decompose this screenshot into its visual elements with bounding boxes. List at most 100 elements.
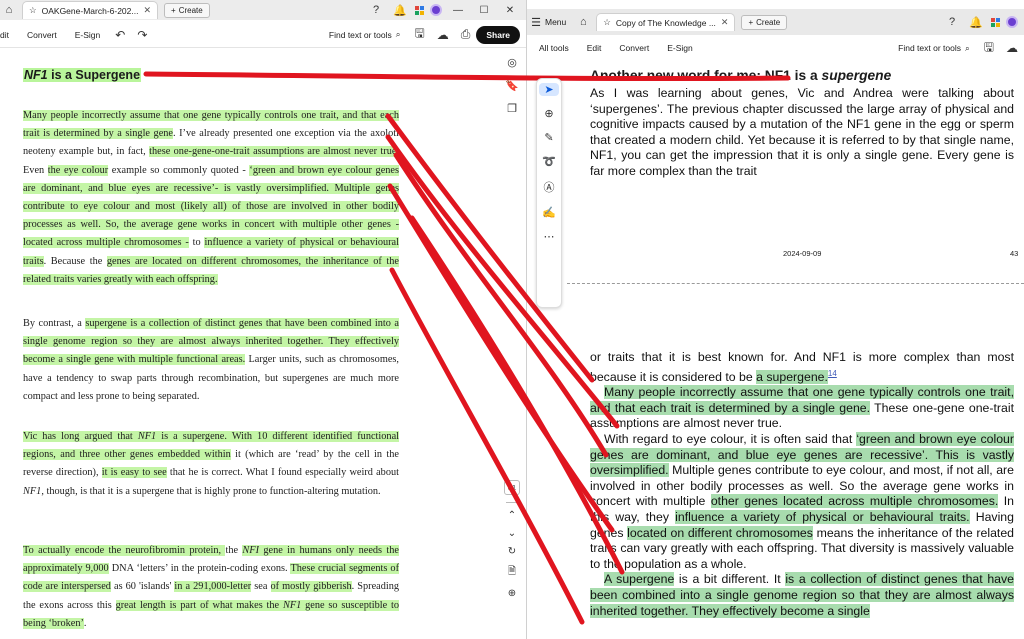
highlight: located on different chromosomes — [627, 525, 813, 540]
bookmark-icon[interactable]: 🔖 — [505, 79, 519, 92]
save-icon[interactable]: 🖫 — [978, 38, 1000, 59]
plus-icon: + — [748, 17, 754, 27]
maximize-icon[interactable]: ☐ — [474, 5, 494, 16]
home-icon[interactable]: ⌂ — [0, 4, 18, 16]
text-box-icon[interactable]: Ⓐ — [544, 179, 555, 195]
page-save-icon[interactable]: 🗎 — [508, 564, 516, 581]
quick-tools-panel: ➤ ⊕ ✎ ➰ Ⓐ ✍ ⋯ — [536, 78, 562, 308]
highlight: great length is part of what makes the — [115, 599, 283, 611]
left-side-rail: ◎ 🔖 ❐ — [501, 56, 523, 115]
pages-icon[interactable]: ❐ — [507, 102, 517, 115]
pen-icon[interactable]: ✎ — [544, 131, 553, 144]
highlight: these one-gene-one-trait assumptions are… — [149, 146, 397, 158]
left-page-controls: 81 ⌃ ⌄ ↻ 🗎 ⊕ — [500, 480, 524, 599]
convert-menu[interactable]: Convert — [610, 43, 658, 53]
page-number-box[interactable]: 81 — [503, 480, 521, 495]
search-icon: ⌕ — [965, 42, 970, 53]
right-tab-title: Copy of The Knowledge ... — [615, 17, 716, 28]
right-acrobat-window: ☰ Menu ⌂ ☆ Copy of The Knowledge ... ✕ +… — [527, 0, 1024, 639]
footnote-ref-link[interactable]: 14 — [828, 369, 837, 378]
highlight: NF1 — [282, 599, 302, 611]
left-create-button[interactable]: + Create — [164, 2, 210, 18]
right-find-tools[interactable]: Find text or tools ⌕ — [890, 43, 978, 54]
convert-menu[interactable]: Convert — [18, 30, 66, 40]
page-footer-date: 2024-09-09 — [783, 249, 822, 258]
window-close-icon[interactable]: ✕ — [500, 5, 520, 16]
left-find-tools[interactable]: Find text or tools ⌕ — [321, 29, 409, 40]
highlight: NF1 — [137, 431, 157, 442]
text: . Because the — [43, 255, 107, 267]
left-tab-title: OAKGene-March-6-202... — [41, 5, 139, 16]
avatar[interactable] — [1006, 16, 1018, 28]
highlight: ‘green and brown eye colour genes are do… — [23, 164, 399, 249]
left-paragraph-4: To actually encode the neurofibromin pro… — [23, 542, 399, 633]
left-section-heading: NF1 is a Supergene — [23, 68, 142, 82]
heading-text: Another new word for me: NF1 is a — [590, 68, 822, 83]
minimize-icon[interactable]: — — [448, 5, 468, 16]
left-titlebar-actions: ? 🔔 — ☐ ✕ — [367, 4, 526, 17]
bell-icon[interactable]: 🔔 — [967, 16, 985, 29]
right-paragraph-1: As I was learning about genes, Vic and A… — [590, 86, 1014, 178]
refresh-icon[interactable]: ↻ — [508, 546, 516, 557]
right-titlebar-actions: ? 🔔 — [943, 16, 1024, 29]
left-document-page: NF1 is a Supergene Many people incorrect… — [0, 48, 500, 639]
save-icon[interactable]: 🖫 — [409, 24, 431, 45]
share-button[interactable]: Share — [476, 25, 520, 44]
help-icon[interactable]: ? — [367, 4, 385, 16]
upload-cloud-icon[interactable]: ☁ — [431, 28, 455, 42]
esign-menu[interactable]: E-Sign — [66, 30, 110, 40]
more-options-icon[interactable]: ⋯ — [544, 230, 555, 243]
apps-grid-icon[interactable] — [991, 17, 1000, 27]
text: By contrast, a — [23, 318, 86, 329]
edit-menu[interactable]: dit — [0, 30, 18, 40]
cursor-select-icon[interactable]: ➤ — [539, 83, 559, 96]
highlight: Vic has long argued that — [23, 431, 138, 442]
text: DNA ‘letters’ in the protein-coding exon… — [108, 563, 291, 575]
redo-icon[interactable]: ↷ — [131, 28, 153, 42]
edit-menu[interactable]: Edit — [578, 43, 611, 53]
close-tab-icon[interactable]: ✕ — [143, 5, 151, 16]
comment-icon[interactable]: ◎ — [507, 56, 517, 69]
apps-grid-icon[interactable] — [415, 5, 424, 15]
esign-menu[interactable]: E-Sign — [658, 43, 702, 53]
comment-add-icon[interactable]: ⊕ — [544, 107, 553, 120]
right-title-bar: ☰ Menu ⌂ ☆ Copy of The Knowledge ... ✕ +… — [527, 9, 1024, 35]
chevron-down-icon[interactable]: ⌄ — [508, 528, 516, 539]
left-paragraph-3: Vic has long argued that NF1 is a superg… — [23, 428, 400, 501]
help-icon[interactable]: ? — [943, 16, 961, 28]
menu-label[interactable]: Menu — [545, 17, 566, 27]
left-paragraph-1: Many people incorrectly assume that one … — [23, 107, 399, 289]
highlight: A supergene — [604, 572, 675, 587]
highlight: other genes located across multiple chro… — [710, 494, 999, 509]
right-section-heading: Another new word for me: NF1 is a superg… — [590, 68, 1020, 83]
undo-icon[interactable]: ↶ — [109, 28, 131, 42]
left-document-tab[interactable]: ☆ OAKGene-March-6-202... ✕ — [22, 1, 159, 19]
star-icon[interactable]: ☆ — [603, 17, 611, 28]
text: is a bit different. It — [674, 572, 786, 587]
upload-cloud-icon[interactable]: ☁ — [1000, 41, 1024, 55]
find-label: Find text or tools — [328, 29, 392, 40]
lasso-icon[interactable]: ➰ — [542, 155, 556, 168]
chevron-up-icon[interactable]: ⌃ — [508, 510, 516, 521]
right-paragraph-2: or traits that it is best known for. And… — [590, 350, 1014, 619]
text: sea — [251, 581, 271, 593]
menu-icon[interactable]: ☰ — [527, 16, 545, 29]
close-tab-icon[interactable]: ✕ — [721, 17, 729, 28]
highlight: it is easy to see — [101, 467, 167, 479]
highlight: of mostly gibberish — [270, 581, 352, 593]
bell-icon[interactable]: 🔔 — [391, 4, 409, 17]
avatar[interactable] — [430, 4, 442, 16]
zoom-icon[interactable]: ⊕ — [508, 588, 516, 599]
create-label: Create — [756, 17, 781, 27]
right-create-button[interactable]: + Create — [741, 14, 788, 30]
right-document-tab[interactable]: ☆ Copy of The Knowledge ... ✕ — [596, 13, 736, 31]
all-tools-menu[interactable]: All tools — [527, 43, 578, 53]
right-toolbar: All tools Edit Convert E-Sign Find text … — [527, 36, 1024, 60]
home-icon[interactable]: ⌂ — [574, 16, 592, 28]
highlight: influence a variety of physical or behav… — [675, 510, 970, 525]
star-icon[interactable]: ☆ — [29, 5, 37, 16]
fill-sign-icon[interactable]: ✍ — [542, 206, 556, 219]
print-icon[interactable]: ⎙ — [455, 27, 477, 42]
heading-nf1: NF1 — [24, 68, 48, 82]
right-document-pages: ➤ ⊕ ✎ ➰ Ⓐ ✍ ⋯ Another new word for me: N… — [527, 62, 1024, 639]
